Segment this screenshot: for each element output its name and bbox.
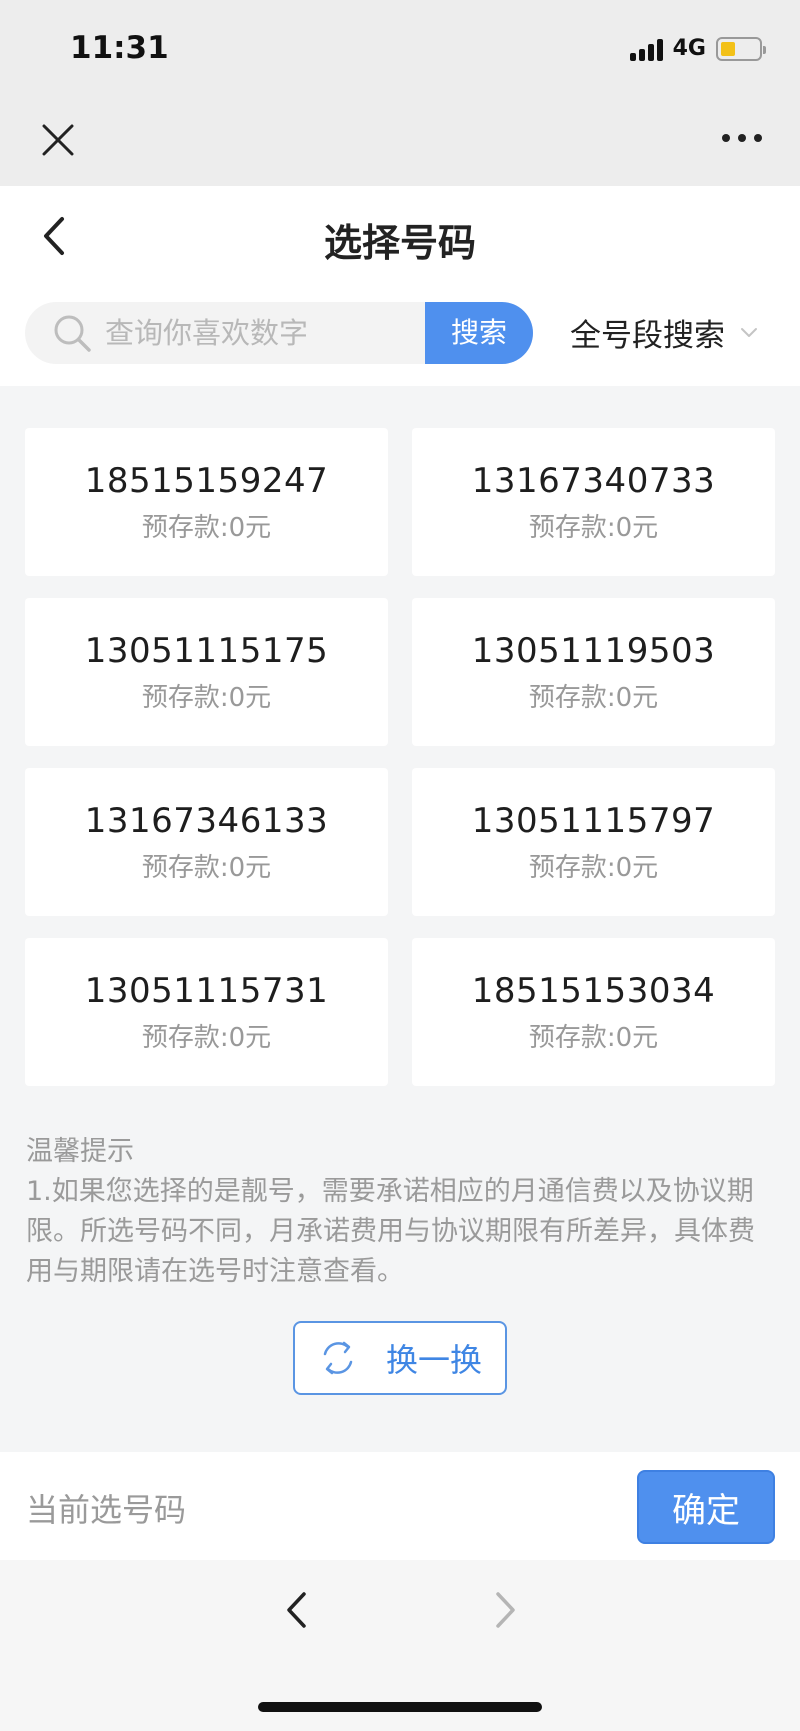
refresh-label: 换一换: [385, 1341, 482, 1379]
current-number-label: 当前选号码: [26, 1491, 187, 1529]
webview-toolbar: [0, 90, 800, 186]
phone-number: 13051115797: [471, 800, 716, 841]
deposit-label: 预存款:0元: [141, 682, 272, 713]
deposit-label: 预存款:0元: [528, 1022, 659, 1053]
more-dots-icon[interactable]: [720, 130, 764, 146]
close-icon[interactable]: [40, 122, 76, 158]
deposit-label: 预存款:0元: [528, 512, 659, 543]
refresh-icon: [323, 1341, 353, 1375]
phone-number: 18515153034: [471, 970, 716, 1011]
tips-section: 温馨提示 1.如果您选择的是靓号，需要承诺相应的月通信费以及协议期限。所选号码不…: [26, 1132, 776, 1292]
number-grid: 18515159247 预存款:0元 13167340733 预存款:0元 130511…: [25, 428, 775, 1086]
refresh-button[interactable]: 换一换: [293, 1321, 507, 1395]
phone-number: 13051115175: [84, 630, 329, 671]
phone-number: 13051119503: [471, 630, 716, 671]
deposit-label: 预存款:0元: [141, 512, 272, 543]
number-card[interactable]: 13167340733 预存款:0元: [412, 428, 775, 576]
nav-forward-icon[interactable]: [494, 1590, 518, 1630]
segment-label: 全号段搜索: [570, 318, 725, 354]
search-button[interactable]: 搜索: [425, 302, 533, 364]
nav-back-icon[interactable]: [284, 1590, 308, 1630]
tips-title: 温馨提示: [26, 1136, 134, 1167]
deposit-label: 预存款:0元: [528, 852, 659, 883]
status-indicators: 4G: [629, 36, 766, 61]
number-card[interactable]: 13167346133 预存款:0元: [25, 768, 388, 916]
battery-level: [721, 41, 736, 56]
phone-number: 13167346133: [84, 800, 329, 841]
segment-search-select[interactable]: 全号段搜索: [570, 310, 759, 355]
chevron-down-icon: [741, 327, 757, 337]
deposit-label: 预存款:0元: [141, 852, 272, 883]
search-icon: [54, 315, 91, 352]
deposit-label: 预存款:0元: [141, 1022, 272, 1053]
home-indicator: [258, 1702, 542, 1712]
number-card[interactable]: 13051115731 预存款:0元: [25, 938, 388, 1086]
phone-number: 13051115731: [84, 970, 329, 1011]
number-card[interactable]: 13051115797 预存款:0元: [412, 768, 775, 916]
battery-icon: [716, 36, 766, 61]
page-title: 选择号码: [323, 221, 476, 265]
signal-icon: [629, 37, 663, 61]
status-time: 11:31: [70, 30, 169, 66]
number-card[interactable]: 13051119503 预存款:0元: [412, 598, 775, 746]
number-card[interactable]: 18515159247 预存款:0元: [25, 428, 388, 576]
phone-number: 13167340733: [471, 460, 716, 501]
confirm-button[interactable]: 确定: [637, 1470, 775, 1544]
status-bar: 11:31 4G: [0, 0, 800, 90]
deposit-label: 预存款:0元: [528, 682, 659, 713]
network-type: 4G: [672, 36, 706, 61]
number-card[interactable]: 18515153034 预存款:0元: [412, 938, 775, 1086]
phone-number: 18515159247: [84, 460, 329, 501]
search-input[interactable]: [105, 302, 415, 364]
number-card[interactable]: 13051115175 预存款:0元: [25, 598, 388, 746]
tips-body: 1.如果您选择的是靓号，需要承诺相应的月通信费以及协议期限。所选号码不同，月承诺…: [26, 1176, 755, 1287]
